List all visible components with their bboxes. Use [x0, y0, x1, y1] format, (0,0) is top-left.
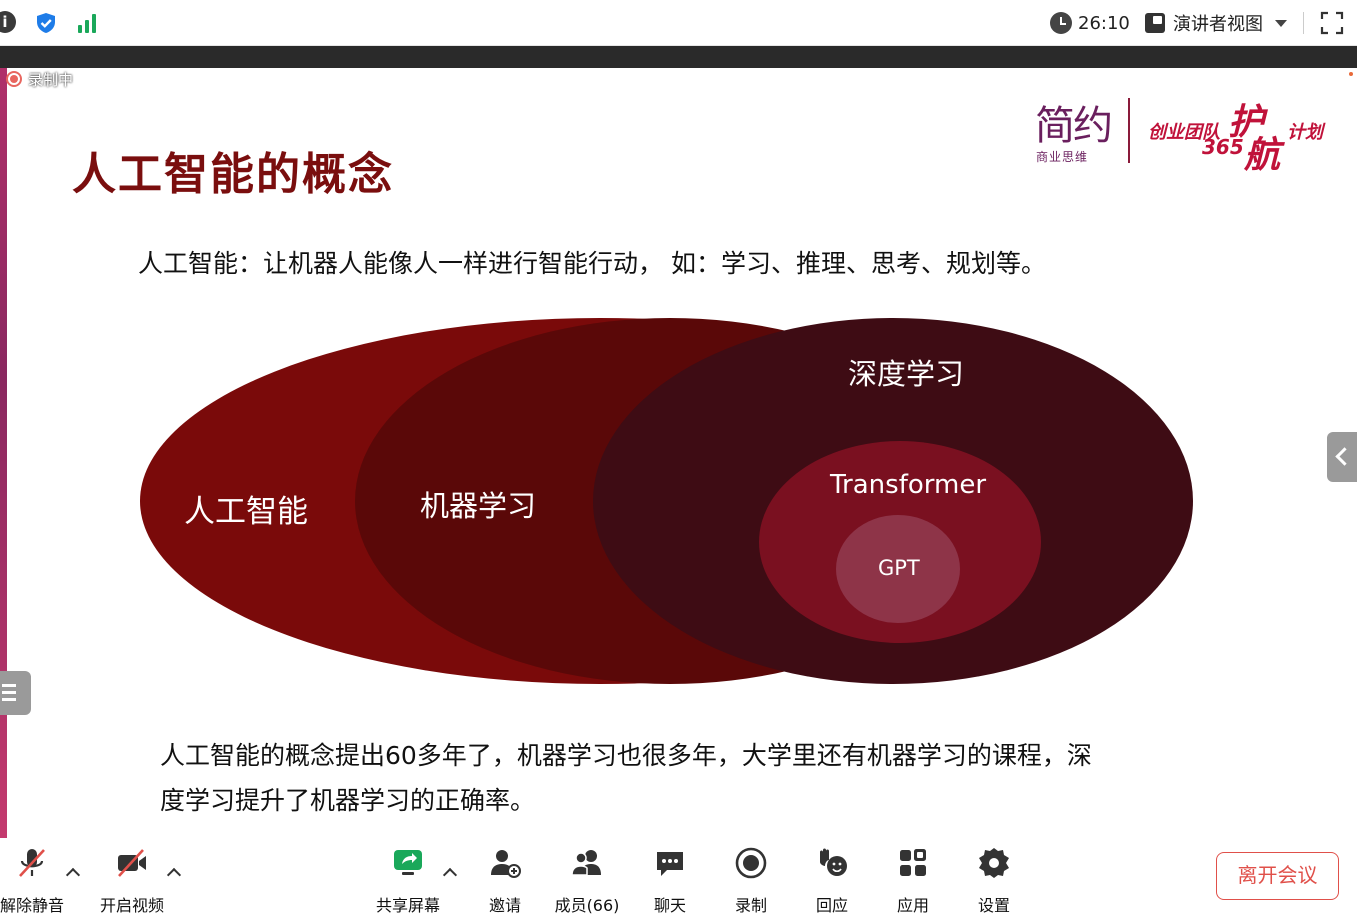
meeting-window: i 26:10 演讲者视图 录制中 人工智能的概念 简约 商业思维 创业团队 护…	[0, 0, 1357, 915]
members-button[interactable]: 成员(66)	[553, 846, 621, 915]
meeting-toolbar: 解除静音 开启视频 共享屏幕 邀请 成员(66) 聊天 录制 回应 应用 设置 …	[0, 838, 1357, 915]
unmute-button[interactable]: 解除静音	[0, 846, 64, 915]
record-button[interactable]: 录制	[726, 846, 776, 915]
meeting-timer: 26:10	[1050, 10, 1130, 36]
transformer-label: Transformer	[830, 470, 987, 500]
video-off-icon	[118, 849, 146, 877]
gpt-label: GPT	[878, 556, 920, 580]
ml-label: 机器学习	[420, 489, 537, 523]
share-screen-icon	[394, 850, 422, 875]
speaker-view-icon	[1145, 13, 1165, 33]
reaction-hand-icon	[820, 848, 847, 876]
apps-button[interactable]: 应用	[888, 846, 938, 915]
members-icon	[571, 850, 601, 876]
signal-icon[interactable]	[77, 11, 99, 35]
view-mode-label: 演讲者视图	[1173, 14, 1263, 35]
start-video-button[interactable]: 开启视频	[96, 846, 168, 915]
audio-options-chevron[interactable]	[65, 867, 81, 883]
nested-ellipse-diagram	[140, 318, 1193, 684]
clock-icon	[1050, 12, 1072, 34]
gear-icon	[979, 848, 1009, 878]
leave-meeting-button[interactable]: 离开会议	[1216, 852, 1339, 900]
view-mode-dropdown[interactable]: 演讲者视图	[1145, 10, 1287, 36]
record-icon	[735, 847, 767, 879]
share-screen-label: 共享屏幕	[375, 896, 440, 915]
video-options-chevron[interactable]	[166, 867, 182, 883]
slide-summary: 人工智能的概念提出60多年了，机器学习也很多年，大学里还有机器学习的课程，深度学…	[160, 741, 1092, 815]
invite-user-icon	[491, 850, 521, 878]
invite-label: 邀请	[488, 896, 521, 915]
share-options-chevron[interactable]	[442, 867, 458, 883]
start-video-label: 开启视频	[99, 896, 164, 915]
dl-label: 深度学习	[848, 357, 965, 391]
shared-slide: 录制中 人工智能的概念 简约 商业思维 创业团队 护 365 航 计划 人工智能…	[0, 68, 1357, 838]
invite-button[interactable]: 邀请	[480, 846, 530, 915]
apps-grid-icon	[900, 849, 926, 876]
mic-muted-icon	[19, 849, 45, 877]
settings-label: 设置	[977, 896, 1010, 915]
reactions-button[interactable]: 回应	[807, 846, 857, 915]
divider	[1303, 12, 1304, 34]
caret-down-icon	[1275, 19, 1287, 27]
shield-icon[interactable]	[34, 11, 58, 35]
collapse-panel-button[interactable]	[1327, 432, 1357, 482]
reactions-label: 回应	[815, 896, 848, 915]
record-label: 录制	[734, 896, 767, 915]
chat-label: 聊天	[653, 896, 686, 915]
unmute-label: 解除静音	[0, 896, 65, 915]
members-label: 成员(66)	[554, 896, 620, 915]
screen-share-border	[0, 46, 1357, 68]
ai-label: 人工智能	[184, 494, 308, 530]
timer-text: 26:10	[1078, 12, 1130, 34]
apps-label: 应用	[896, 896, 929, 915]
chat-button[interactable]: 聊天	[645, 846, 695, 915]
menu-button[interactable]	[0, 671, 31, 715]
settings-button[interactable]: 设置	[969, 846, 1019, 915]
info-icon[interactable]: i	[0, 11, 16, 33]
chat-icon	[657, 852, 683, 876]
share-screen-button[interactable]: 共享屏幕	[372, 846, 444, 915]
top-bar: i 26:10 演讲者视图	[0, 0, 1357, 46]
fullscreen-icon[interactable]	[1320, 11, 1344, 35]
